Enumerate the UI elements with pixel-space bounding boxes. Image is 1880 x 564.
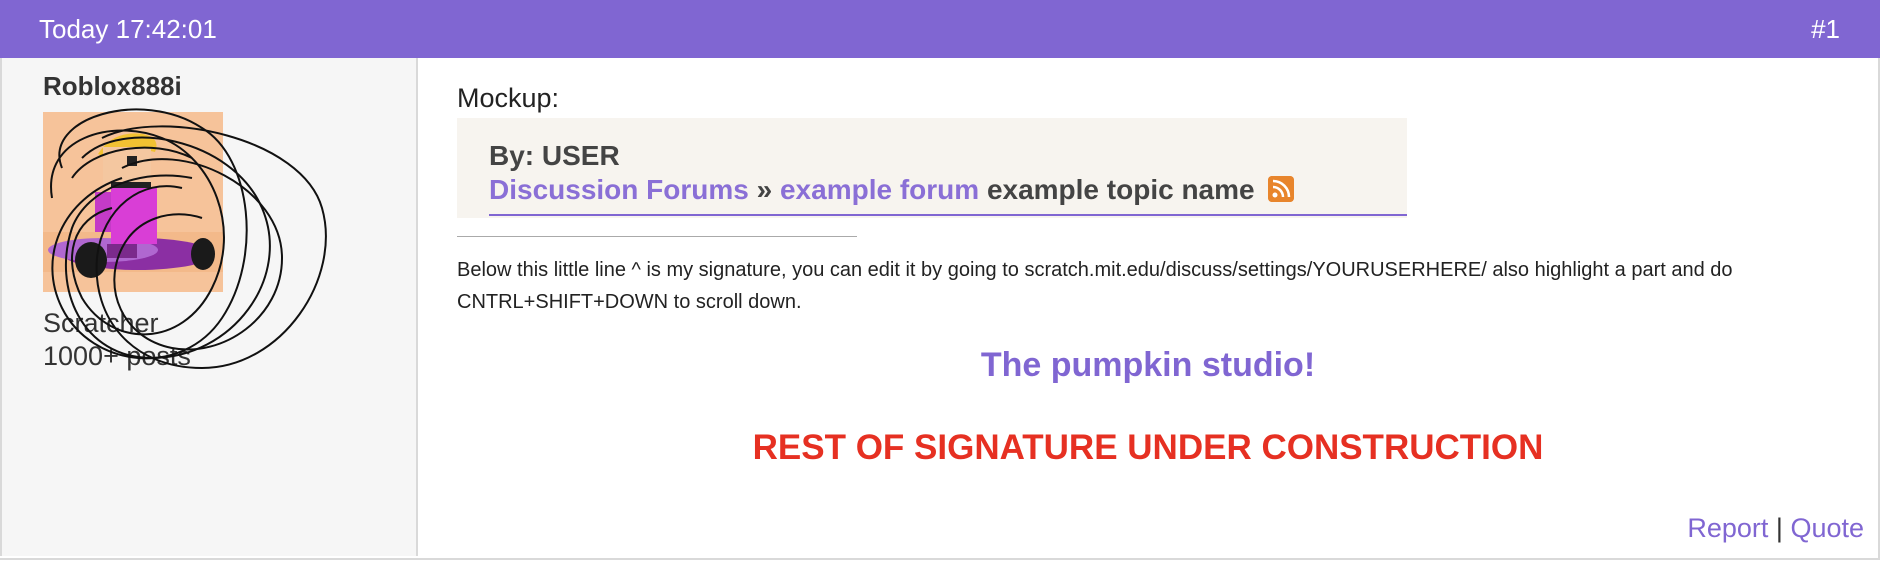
author-avatar[interactable]	[43, 112, 223, 292]
post-number-link[interactable]: #1	[1811, 14, 1840, 45]
studio-link[interactable]: The pumpkin studio!	[418, 346, 1878, 385]
post-actions: Report | Quote	[1687, 513, 1864, 544]
construction-notice: REST OF SIGNATURE UNDER CONSTRUCTION	[752, 428, 1544, 467]
forum-post: Today 17:42:01 #1 Roblox888i Scratcher 1…	[0, 0, 1880, 560]
post-timestamp: Today 17:42:01	[39, 14, 217, 44]
signature-text: Below this little line ^ is my signature…	[457, 259, 1733, 313]
author-rank: Scratcher	[43, 308, 159, 338]
author-post-count: 1000+ posts	[43, 341, 191, 371]
signature-divider	[457, 236, 857, 237]
breadcrumb-forums-link: Discussion Forums	[489, 174, 749, 205]
author-username[interactable]: Roblox888i	[43, 71, 182, 102]
breadcrumb-forum-link: example forum	[779, 174, 980, 205]
mockup-by-line: By: USER	[489, 140, 620, 171]
mockup-underline	[489, 214, 1407, 216]
rss-icon	[1268, 176, 1295, 202]
post-header: Today 17:42:01 #1	[0, 0, 1880, 58]
breadcrumb-separator: »	[756, 174, 773, 205]
report-link[interactable]: Report	[1687, 513, 1768, 543]
breadcrumb-topic: example topic name	[986, 174, 1255, 205]
post-content: Mockup: By: USER Discussion Forums » exa…	[418, 58, 1878, 556]
mockup-label: Mockup:	[457, 83, 560, 113]
quote-link[interactable]: Quote	[1790, 513, 1864, 543]
mockup-image: By: USER Discussion Forums » example for…	[457, 118, 1407, 218]
mockup-breadcrumb: Discussion Forums » example forum exampl…	[489, 174, 1295, 206]
post-author-sidebar: Roblox888i Scratcher 1000+ posts	[0, 58, 418, 556]
actions-separator: |	[1775, 513, 1783, 543]
